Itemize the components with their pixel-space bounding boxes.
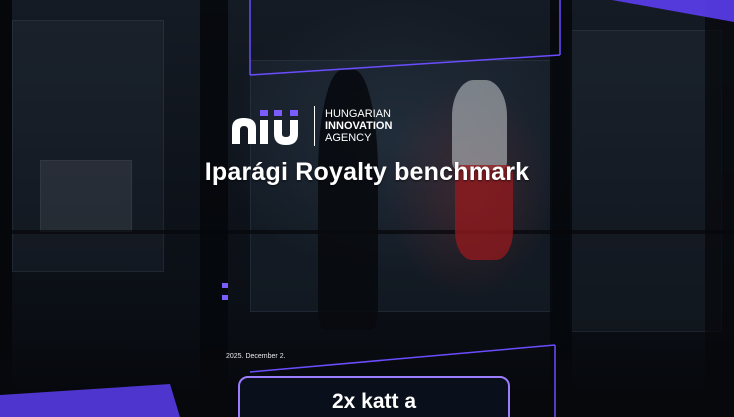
- double-click-button[interactable]: 2x katt a: [238, 376, 510, 417]
- hiu-logo-mark-icon: [230, 106, 310, 146]
- agency-name-line2: INNOVATION: [325, 120, 393, 132]
- agency-name-line3: AGENCY: [325, 132, 372, 144]
- agency-logo: HUNGARIAN INNOVATION AGENCY: [230, 104, 392, 148]
- decorative-frame-lines: [0, 0, 734, 417]
- slide-date: 2025. December 2.: [226, 353, 286, 360]
- agency-name: HUNGARIAN INNOVATION AGENCY: [325, 108, 392, 144]
- logo-divider: [314, 106, 315, 146]
- agency-name-line1: HUNGARIAN: [325, 108, 392, 120]
- slide-title: Iparági Royalty benchmark: [204, 158, 530, 186]
- presentation-slide: HUNGARIAN INNOVATION AGENCY Iparági Roya…: [0, 0, 734, 417]
